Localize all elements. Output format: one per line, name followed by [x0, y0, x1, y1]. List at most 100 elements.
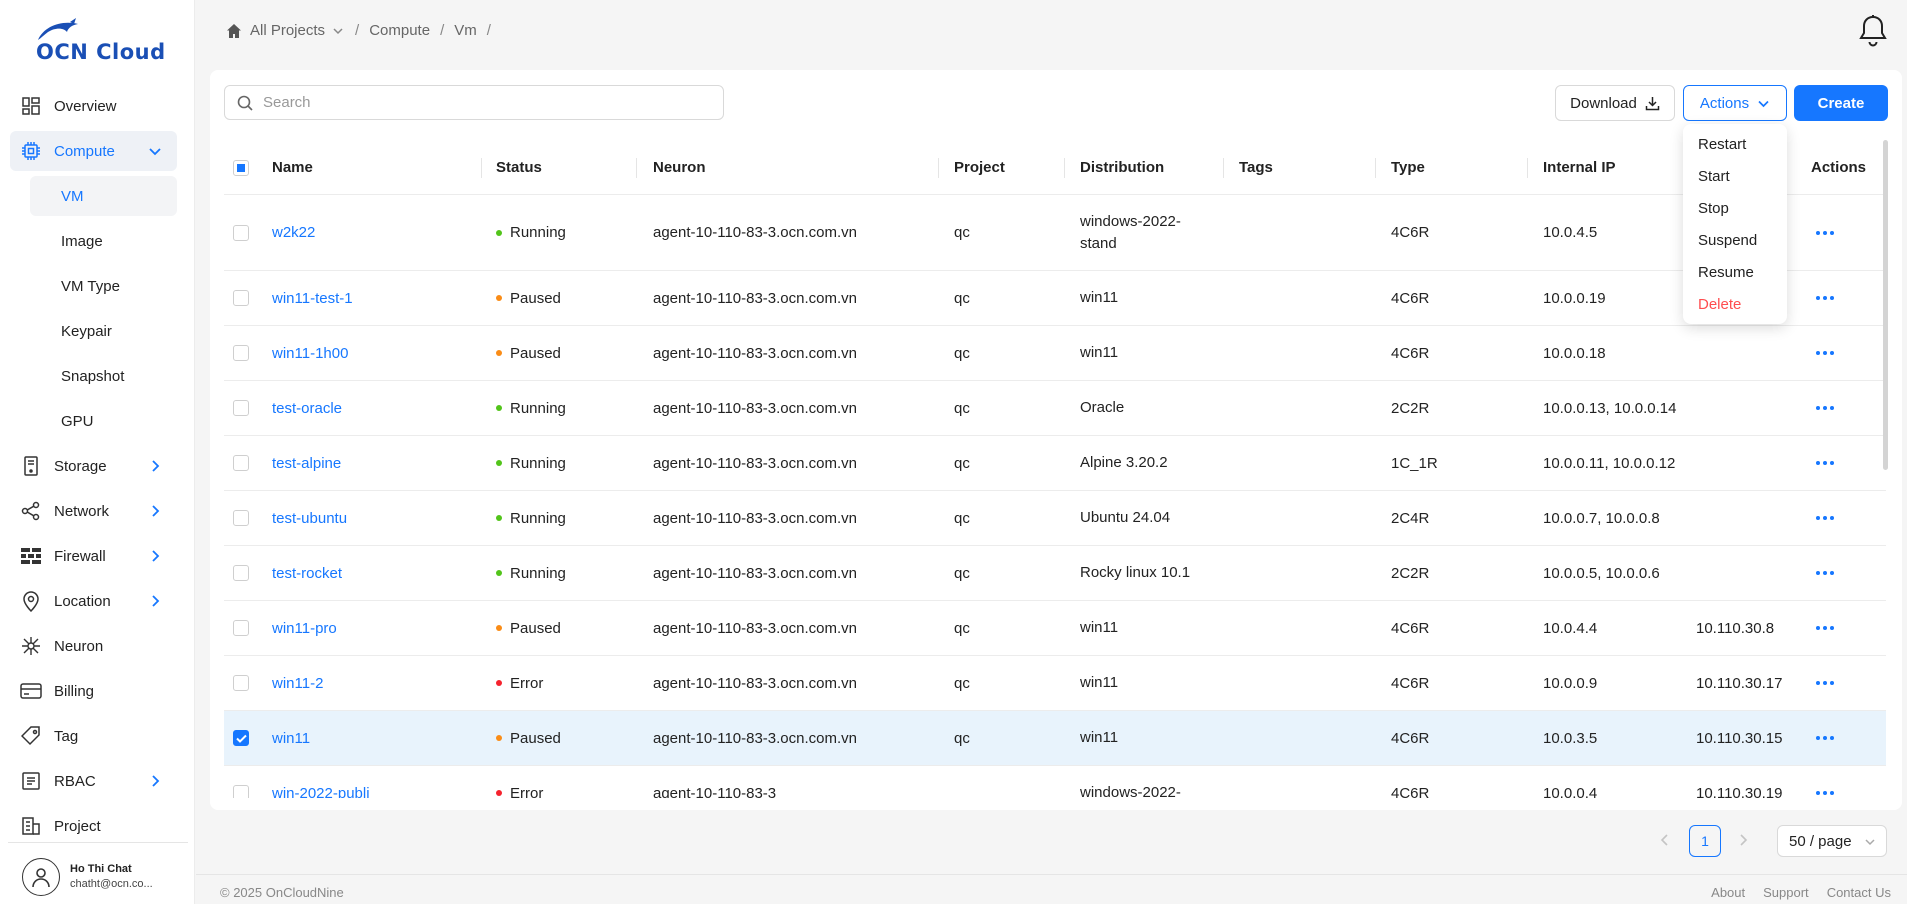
menu-item-delete[interactable]: Delete: [1683, 288, 1787, 320]
row-checkbox[interactable]: [233, 455, 249, 471]
sidebar-sub-vm-type[interactable]: VM Type: [30, 266, 177, 306]
ocn-cloud-logo[interactable]: OCN Cloud: [28, 18, 178, 64]
sidebar-item-billing[interactable]: Billing: [10, 671, 177, 711]
row-checkbox[interactable]: [233, 730, 249, 746]
row-actions-cell[interactable]: [1816, 326, 1834, 380]
row-actions-cell[interactable]: [1816, 436, 1834, 490]
vm-name-link[interactable]: win11-pro: [272, 601, 337, 655]
search-box[interactable]: [224, 85, 724, 120]
vm-name-link[interactable]: win-2022-publi: [272, 766, 370, 799]
table-row[interactable]: test-alpine Running agent-10-110-83-3.ocn.…: [224, 436, 1886, 491]
row-checkbox-cell[interactable]: [233, 546, 249, 600]
row-checkbox-cell[interactable]: [233, 271, 249, 325]
row-checkbox[interactable]: [233, 620, 249, 636]
column-header-status[interactable]: Status: [496, 140, 542, 195]
menu-item-start[interactable]: Start: [1683, 160, 1787, 192]
table-row[interactable]: win11-1h00 Paused agent-10-110-83-3.ocn.co…: [224, 326, 1886, 381]
row-checkbox-cell[interactable]: [233, 491, 249, 545]
row-actions-cell[interactable]: [1816, 766, 1834, 798]
row-checkbox[interactable]: [233, 565, 249, 581]
menu-item-resume[interactable]: Resume: [1683, 256, 1787, 288]
row-checkbox[interactable]: [233, 400, 249, 416]
vm-name-link[interactable]: win11: [272, 711, 310, 765]
sidebar-item-compute[interactable]: Compute: [10, 131, 177, 171]
vm-name-link[interactable]: w2k22: [272, 195, 315, 270]
row-checkbox-cell[interactable]: [233, 436, 249, 490]
actions-button[interactable]: Actions: [1683, 85, 1787, 121]
breadcrumb-compute[interactable]: Compute: [369, 22, 430, 39]
table-row[interactable]: test-rocket Running agent-10-110-83-3.ocn.…: [224, 546, 1886, 601]
table-row[interactable]: win-2022-publi Error agent-10-110-83-3 wind…: [224, 766, 1886, 798]
table-scrollbar[interactable]: [1883, 140, 1888, 470]
menu-item-restart[interactable]: Restart: [1683, 128, 1787, 160]
column-header-tags[interactable]: Tags: [1239, 140, 1273, 195]
column-header-name[interactable]: Name: [272, 140, 313, 195]
column-header-project[interactable]: Project: [954, 140, 1005, 195]
table-row[interactable]: win11 Paused agent-10-110-83-3.ocn.com.vn q…: [224, 711, 1886, 766]
user-profile[interactable]: Ho Thi Chat chatht@ocn.co...: [8, 842, 188, 904]
row-checkbox-cell[interactable]: [233, 326, 249, 380]
sidebar-item-network[interactable]: Network: [10, 491, 177, 531]
breadcrumb-vm[interactable]: Vm: [454, 22, 477, 39]
sidebar-item-tag[interactable]: Tag: [10, 716, 177, 756]
more-options-icon[interactable]: [1816, 791, 1834, 795]
row-checkbox[interactable]: [233, 785, 249, 798]
row-checkbox-cell[interactable]: [233, 195, 249, 270]
more-options-icon[interactable]: [1816, 681, 1834, 685]
row-actions-cell[interactable]: [1816, 195, 1834, 270]
footer-link-contact[interactable]: Contact Us: [1827, 885, 1891, 900]
row-checkbox-cell[interactable]: [233, 766, 249, 798]
sidebar-item-storage[interactable]: Storage: [10, 446, 177, 486]
row-actions-cell[interactable]: [1816, 656, 1834, 710]
column-header-internal-ip[interactable]: Internal IP: [1543, 140, 1616, 195]
more-options-icon[interactable]: [1816, 571, 1834, 575]
row-checkbox[interactable]: [233, 290, 249, 306]
table-row[interactable]: test-oracle Running agent-10-110-83-3.ocn.…: [224, 381, 1886, 436]
sidebar-item-project[interactable]: Project: [10, 806, 177, 846]
breadcrumb-all-projects[interactable]: All Projects: [250, 22, 325, 39]
menu-item-suspend[interactable]: Suspend: [1683, 224, 1787, 256]
row-actions-cell[interactable]: [1816, 491, 1834, 545]
more-options-icon[interactable]: [1816, 296, 1834, 300]
sidebar-sub-vm[interactable]: VM: [30, 176, 177, 216]
more-options-icon[interactable]: [1816, 461, 1834, 465]
footer-link-about[interactable]: About: [1711, 885, 1745, 900]
search-input[interactable]: [263, 94, 703, 111]
sidebar-sub-keypair[interactable]: Keypair: [30, 311, 177, 351]
sidebar-item-neuron[interactable]: Neuron: [10, 626, 177, 666]
column-header-distribution[interactable]: Distribution: [1080, 140, 1164, 195]
vm-name-link[interactable]: test-oracle: [272, 381, 342, 435]
row-actions-cell[interactable]: [1816, 711, 1834, 765]
row-checkbox[interactable]: [233, 345, 249, 361]
vm-name-link[interactable]: test-rocket: [272, 546, 342, 600]
vm-name-link[interactable]: win11-2: [272, 656, 323, 710]
chevron-down-icon[interactable]: [331, 24, 345, 38]
row-actions-cell[interactable]: [1816, 271, 1834, 325]
sidebar-sub-gpu[interactable]: GPU: [30, 401, 177, 441]
table-row[interactable]: test-ubuntu Running agent-10-110-83-3.ocn.…: [224, 491, 1886, 546]
table-row[interactable]: win11-pro Paused agent-10-110-83-3.ocn.com…: [224, 601, 1886, 656]
table-row[interactable]: win11-test-1 Paused agent-10-110-83-3.ocn.…: [224, 271, 1886, 326]
more-options-icon[interactable]: [1816, 230, 1834, 235]
row-actions-cell[interactable]: [1816, 601, 1834, 655]
vm-name-link[interactable]: test-ubuntu: [272, 491, 347, 545]
row-checkbox-cell[interactable]: [233, 601, 249, 655]
footer-link-support[interactable]: Support: [1763, 885, 1809, 900]
more-options-icon[interactable]: [1816, 626, 1834, 630]
pagination-prev-button[interactable]: [1657, 830, 1673, 850]
row-actions-cell[interactable]: [1816, 381, 1834, 435]
more-options-icon[interactable]: [1816, 736, 1834, 740]
menu-item-stop[interactable]: Stop: [1683, 192, 1787, 224]
sidebar-item-overview[interactable]: Overview: [10, 86, 177, 126]
vm-name-link[interactable]: win11-1h00: [272, 326, 348, 380]
table-row[interactable]: win11-2 Error agent-10-110-83-3.ocn.com.vn…: [224, 656, 1886, 711]
sidebar-item-firewall[interactable]: Firewall: [10, 536, 177, 576]
table-row[interactable]: w2k22 Running agent-10-110-83-3.ocn.com.vn…: [224, 195, 1886, 271]
create-button[interactable]: Create: [1794, 85, 1888, 121]
select-all-cell[interactable]: [233, 140, 249, 195]
download-button[interactable]: Download: [1555, 85, 1675, 121]
column-header-neuron[interactable]: Neuron: [653, 140, 706, 195]
row-checkbox-cell[interactable]: [233, 656, 249, 710]
sidebar-sub-snapshot[interactable]: Snapshot: [30, 356, 177, 396]
row-checkbox-cell[interactable]: [233, 711, 249, 765]
